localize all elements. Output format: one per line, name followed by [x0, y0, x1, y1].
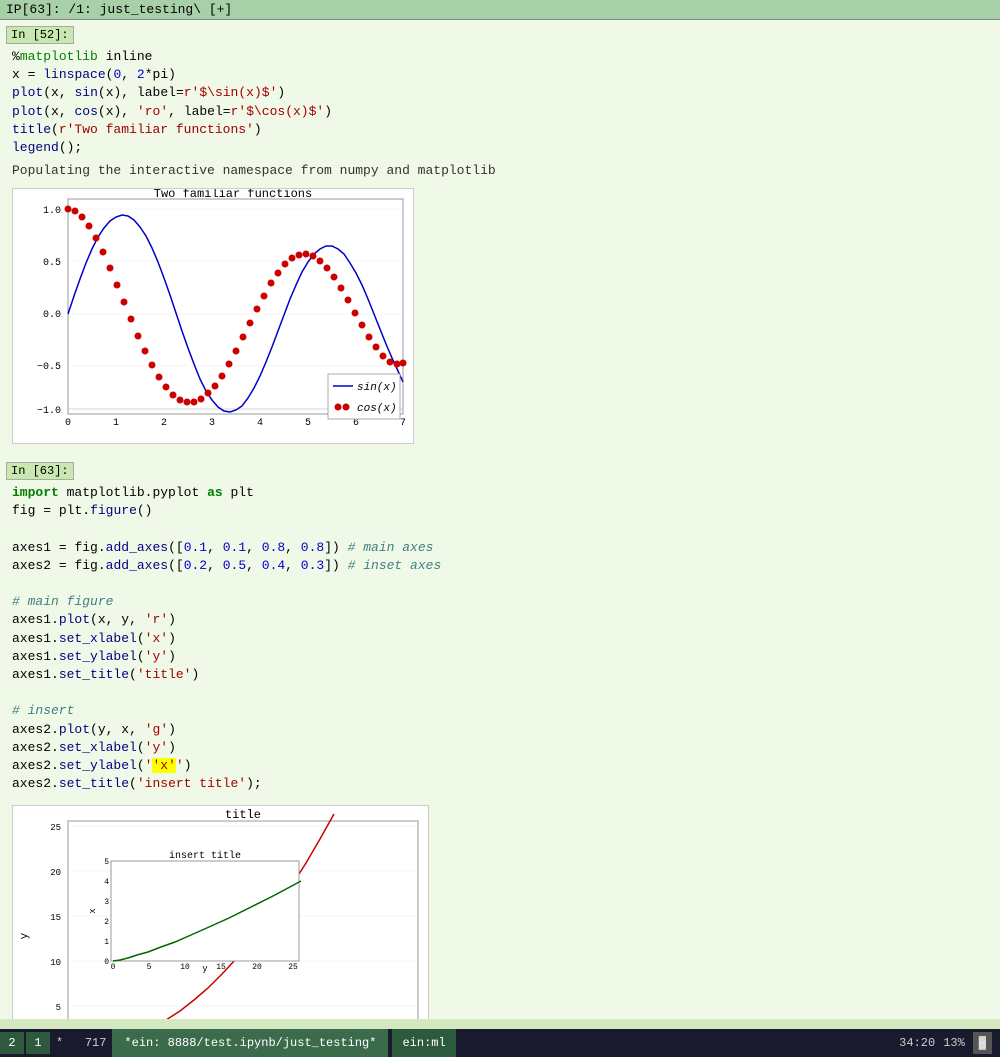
code-line: plot(x, cos(x), 'ro', label=r'$\cos(x)$'… — [12, 103, 988, 121]
status-num-1: 1 — [26, 1032, 50, 1054]
svg-text:2: 2 — [104, 918, 109, 927]
code-line: axes2.plot(y, x, 'g') — [12, 721, 988, 739]
code-line: axes2.set_title('insert title'); — [12, 775, 988, 793]
svg-text:10: 10 — [50, 958, 61, 968]
svg-text:20: 20 — [252, 963, 262, 972]
svg-text:10: 10 — [180, 963, 190, 972]
status-asterisk: * 717 — [50, 1036, 112, 1050]
svg-text:6: 6 — [353, 418, 359, 429]
status-right: 34:20 13% ▓ — [899, 1032, 1000, 1054]
svg-text:x: x — [88, 909, 98, 914]
svg-text:25: 25 — [50, 823, 61, 833]
status-percent: 13% — [943, 1036, 965, 1050]
code-line: axes1.set_ylabel('y') — [12, 648, 988, 666]
plot-1: Two familiar functions 1.0 0.5 0.0 −0.5 … — [12, 188, 414, 444]
code-line: fig = plt.figure() — [12, 502, 988, 520]
plot-2-svg: title y x 0 5 10 15 20 25 0 1 2 3 — [13, 806, 428, 1019]
code-line: import matplotlib.pyplot as plt — [12, 484, 988, 502]
svg-text:sin(x): sin(x) — [357, 382, 397, 394]
svg-text:25: 25 — [288, 963, 298, 972]
svg-text:0: 0 — [104, 958, 109, 967]
svg-text:1: 1 — [113, 418, 119, 429]
code-line: plot(x, sin(x), label=r'$\sin(x)$') — [12, 84, 988, 102]
code-line: axes2.set_xlabel('y') — [12, 739, 988, 757]
status-filename: *ein: 8888/test.ipynb/just_testing* — [112, 1029, 388, 1057]
code-line — [12, 575, 988, 593]
svg-text:−1.0: −1.0 — [37, 406, 61, 417]
svg-text:2: 2 — [161, 418, 167, 429]
cell-1: In [52]: %matplotlib inline x = linspace… — [0, 20, 1000, 456]
plot-1-svg: Two familiar functions 1.0 0.5 0.0 −0.5 … — [13, 189, 413, 439]
svg-text:0.5: 0.5 — [43, 258, 61, 269]
svg-text:y: y — [202, 964, 208, 974]
code-line: axes1.set_title('title') — [12, 666, 988, 684]
status-cursor: 34:20 — [899, 1036, 935, 1050]
code-line: # main figure — [12, 593, 988, 611]
cell-2: In [63]: import matplotlib.pyplot as plt… — [0, 456, 1000, 1019]
status-num-2: 2 — [0, 1032, 24, 1054]
code-line: axes1 = fig.add_axes([0.1, 0.1, 0.8, 0.8… — [12, 539, 988, 557]
cell-1-label[interactable]: In [52]: — [6, 26, 74, 44]
code-line: title(r'Two familiar functions') — [12, 121, 988, 139]
svg-text:15: 15 — [216, 963, 226, 972]
svg-text:−0.5: −0.5 — [37, 362, 61, 373]
svg-text:1.0: 1.0 — [43, 206, 61, 217]
svg-text:3: 3 — [209, 418, 215, 429]
code-line: axes1.set_xlabel('x') — [12, 630, 988, 648]
svg-text:title: title — [225, 808, 261, 822]
svg-text:5: 5 — [56, 1003, 61, 1013]
code-line: axes1.plot(x, y, 'r') — [12, 611, 988, 629]
svg-text:0: 0 — [65, 418, 71, 429]
svg-text:7: 7 — [400, 418, 406, 429]
code-line: %matplotlib inline — [12, 48, 988, 66]
svg-text:5: 5 — [147, 963, 152, 972]
svg-text:15: 15 — [50, 913, 61, 923]
status-numbers: 2 1 — [0, 1032, 50, 1054]
code-line — [12, 684, 988, 702]
svg-text:0: 0 — [111, 963, 116, 972]
cell-2-label[interactable]: In [63]: — [6, 462, 74, 480]
code-line: x = linspace(0, 2*pi) — [12, 66, 988, 84]
status-mode: ein:ml — [392, 1029, 455, 1057]
title-bar: IP[63]: /1: just_testing\ [+] — [0, 0, 1000, 20]
code-line — [12, 521, 988, 539]
svg-text:cos(x): cos(x) — [357, 403, 397, 415]
svg-text:3: 3 — [104, 898, 109, 907]
status-indicator: ▓ — [973, 1032, 992, 1054]
svg-text:5: 5 — [104, 858, 109, 867]
status-bar: 2 1 * 717 *ein: 8888/test.ipynb/just_tes… — [0, 1029, 1000, 1057]
svg-text:5: 5 — [305, 418, 311, 429]
svg-text:20: 20 — [50, 868, 61, 878]
svg-text:insert title: insert title — [169, 850, 241, 862]
code-line: legend(); — [12, 139, 988, 157]
svg-text:4: 4 — [257, 418, 263, 429]
code-line: axes2.set_ylabel(''x'') — [12, 757, 988, 775]
output-text: Populating the interactive namespace fro… — [12, 163, 988, 178]
plot-2: title y x 0 5 10 15 20 25 0 1 2 3 — [12, 805, 429, 1019]
svg-text:y: y — [19, 933, 31, 940]
svg-text:1: 1 — [104, 938, 109, 947]
cell-1-output: Populating the interactive namespace fro… — [0, 161, 1000, 180]
cell-2-code[interactable]: import matplotlib.pyplot as plt fig = pl… — [0, 482, 1000, 797]
notebook[interactable]: In [52]: %matplotlib inline x = linspace… — [0, 20, 1000, 1019]
cell-1-code[interactable]: %matplotlib inline x = linspace(0, 2*pi)… — [0, 46, 1000, 161]
svg-text:0.0: 0.0 — [43, 310, 61, 321]
title-text: IP[63]: /1: just_testing\ [+] — [6, 2, 232, 17]
code-line: # insert — [12, 702, 988, 720]
svg-text:4: 4 — [104, 878, 109, 887]
code-line: axes2 = fig.add_axes([0.2, 0.5, 0.4, 0.3… — [12, 557, 988, 575]
